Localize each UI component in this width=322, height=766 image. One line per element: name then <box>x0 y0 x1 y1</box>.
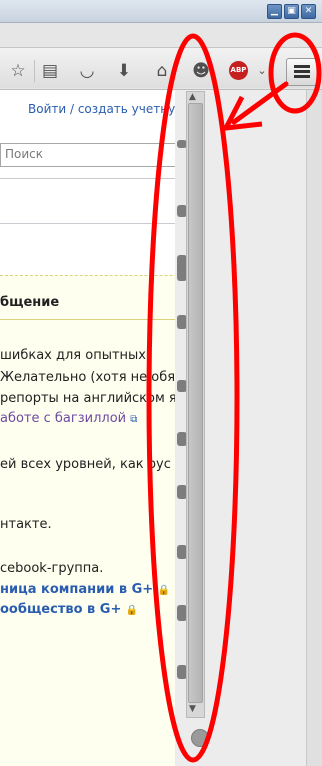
lock-icon: 🔒 <box>125 605 139 616</box>
body-text: ей всех уровней, как рус <box>0 457 171 472</box>
scroll-up-icon[interactable]: ▲ <box>189 92 196 102</box>
section-heading: бщение <box>0 295 60 310</box>
body-text: Желательно (хотя не обя <box>0 370 176 385</box>
body-text: нтакте. <box>0 517 52 532</box>
menu-icon-bar <box>294 65 310 68</box>
adblock-icon[interactable]: ABP <box>229 61 248 80</box>
pocket-icon[interactable]: ◡ <box>76 60 98 82</box>
scrollbar-thumb[interactable] <box>188 103 203 703</box>
login-link[interactable]: Войти / создать учетную <box>28 102 185 116</box>
chat-icon[interactable]: ☻ <box>190 60 212 82</box>
window-titlebar: ▁ ▣ ✕ <box>0 0 322 23</box>
chevron-down-icon[interactable]: ⌄ <box>251 60 273 82</box>
body-text: шибках для опытных <box>0 348 147 363</box>
page-scrollbar[interactable] <box>306 90 322 766</box>
search-input[interactable]: Поиск <box>0 143 178 167</box>
reading-list-icon[interactable]: ▤ <box>39 60 61 82</box>
community-link-label: ообщество в G+ <box>0 602 122 617</box>
customize-icon[interactable] <box>191 729 209 747</box>
bugzilla-link-label: аботе с багзиллой <box>0 411 127 426</box>
toolbar-separator <box>34 60 35 82</box>
body-text: cebook-группа. <box>0 561 104 576</box>
lock-icon: 🔒 <box>157 585 171 596</box>
community-link[interactable]: ообщество в G+ 🔒 <box>0 602 138 617</box>
bugzilla-link[interactable]: аботе с багзиллой ⧉ <box>0 411 137 426</box>
home-icon[interactable]: ⌂ <box>151 60 173 82</box>
maximize-icon[interactable]: ▣ <box>284 4 299 19</box>
body-text: репорты на английском я <box>0 391 177 406</box>
external-link-icon: ⧉ <box>130 414 138 425</box>
close-icon[interactable]: ✕ <box>301 4 316 19</box>
menu-button[interactable] <box>286 58 318 86</box>
star-icon[interactable]: ☆ <box>7 60 29 82</box>
menu-icon-bar <box>294 70 310 73</box>
scroll-down-icon[interactable]: ▼ <box>189 704 196 714</box>
company-page-link[interactable]: ница компании в G+ 🔒 <box>0 582 170 597</box>
menu-icon-bar <box>294 75 310 78</box>
search-placeholder: Поиск <box>5 147 44 161</box>
minimize-icon[interactable]: ▁ <box>267 4 282 19</box>
download-icon[interactable]: ⬇ <box>113 60 135 82</box>
company-page-link-label: ница компании в G+ <box>0 582 154 597</box>
